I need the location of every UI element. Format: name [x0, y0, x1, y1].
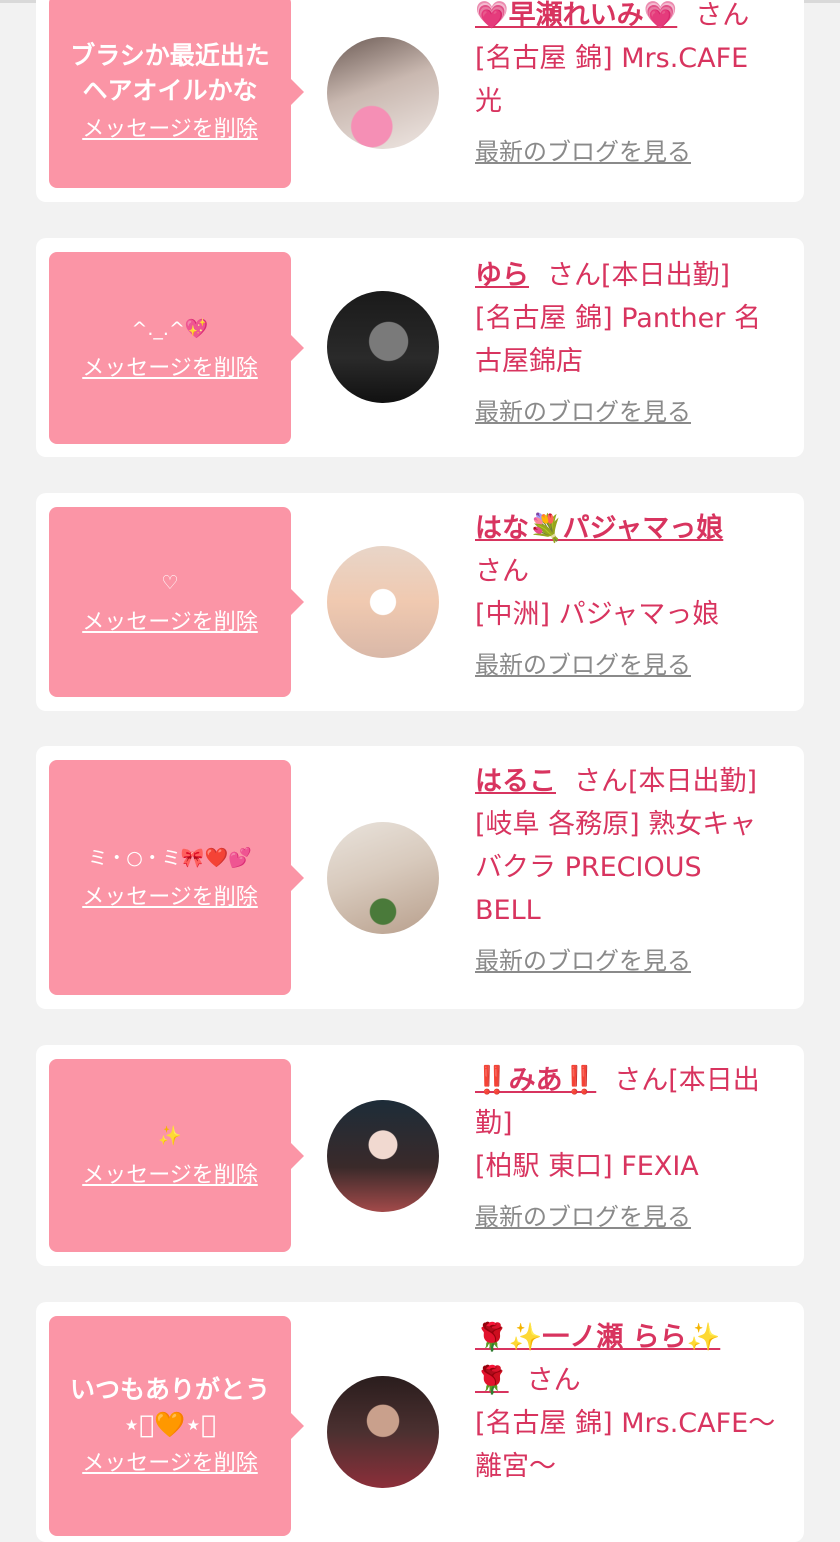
cast-name-link[interactable]: ゆら [475, 260, 529, 291]
shop-info: [柏駅 東口] FEXIA [475, 1151, 699, 1182]
delete-message-link[interactable]: メッセージを削除 [82, 1448, 258, 1480]
message-text: ✨ [158, 1125, 182, 1147]
message-card: ミ・○・ミ🎀❤️💕 メッセージを削除 はるこ さん[本日出勤] [岐阜 各務原] … [36, 746, 804, 1009]
honorific: さん[本日出勤] [547, 260, 731, 291]
avatar[interactable] [327, 822, 439, 934]
delete-message-link[interactable]: メッセージを削除 [82, 607, 258, 639]
honorific: さん[本日出勤] [574, 766, 758, 797]
message-card: ^._.^💖 メッセージを削除 ゆら さん[本日出勤] [名古屋 錦] Panth… [36, 238, 804, 457]
shop-info: [中洲] パジャマっ娘 [475, 599, 720, 630]
avatar[interactable] [327, 1376, 439, 1488]
honorific: さん [695, 0, 750, 31]
message-text: ^._.^💖 [131, 317, 209, 340]
honorific: さん [526, 1365, 581, 1396]
message-bubble: ミ・○・ミ🎀❤️💕 メッセージを削除 [49, 760, 304, 995]
delete-message-link[interactable]: メッセージを削除 [82, 1160, 258, 1192]
latest-blog-link[interactable]: 最新のブログを見る [475, 395, 691, 429]
latest-blog-link[interactable]: 最新のブログを見る [475, 648, 691, 682]
avatar[interactable] [327, 291, 439, 403]
latest-blog-link[interactable]: 最新のブログを見る [475, 135, 691, 169]
delete-message-link[interactable]: メッセージを削除 [82, 882, 258, 914]
cast-name-link[interactable]: はるこ [475, 766, 556, 797]
message-card: ブラシか最近出た ヘアオイルかな メッセージを削除 💗早瀬れいみ💗 さん [名古屋… [36, 0, 804, 202]
cast-name-link[interactable]: はな💐パジャマっ娘 [475, 513, 723, 544]
shop-info: [名古屋 錦] Mrs.CAFE 光 [475, 43, 749, 117]
message-text: ブラシか最近出た ヘアオイルかな [70, 40, 270, 105]
message-text: ミ・○・ミ🎀❤️💕 [88, 847, 252, 869]
latest-blog-link[interactable]: 最新のブログを見る [475, 944, 691, 978]
shop-info: [名古屋 錦] Panther 名 古屋錦店 [475, 303, 761, 377]
message-bubble: ✨ メッセージを削除 [49, 1059, 304, 1252]
delete-message-link[interactable]: メッセージを削除 [82, 114, 258, 146]
message-text: いつもありがとう ⋆͛🧡⋆͛ [69, 1375, 270, 1439]
honorific: さん [475, 556, 529, 587]
cast-name-link[interactable]: 🌹✨一ノ瀬 らら✨ 🌹 [475, 1322, 720, 1396]
message-bubble: いつもありがとう ⋆͛🧡⋆͛ メッセージを削除 [49, 1316, 304, 1536]
message-bubble: ♡ メッセージを削除 [49, 507, 304, 697]
avatar[interactable] [327, 37, 439, 149]
cast-name-link[interactable]: ‼️みあ‼️ [475, 1065, 596, 1096]
latest-blog-link[interactable]: 最新のブログを見る [475, 1200, 691, 1234]
message-card: いつもありがとう ⋆͛🧡⋆͛ メッセージを削除 🌹✨一ノ瀬 らら✨ 🌹 さん [名… [36, 1302, 804, 1542]
delete-message-link[interactable]: メッセージを削除 [82, 353, 258, 385]
shop-info: [名古屋 錦] Mrs.CAFE〜 離宮〜 [475, 1408, 776, 1482]
message-card: ✨ メッセージを削除 ‼️みあ‼️ さん[本日出 勤] [柏駅 東口] FEXIA… [36, 1045, 804, 1266]
avatar[interactable] [327, 1100, 439, 1212]
message-bubble: ^._.^💖 メッセージを削除 [49, 252, 304, 444]
avatar[interactable] [327, 546, 439, 658]
shop-info: [岐阜 各務原] 熟女キャ バクラ PRECIOUS BELL [475, 809, 757, 926]
cast-name-link[interactable]: 💗早瀬れいみ💗 [475, 0, 677, 31]
message-text: ♡ [161, 571, 179, 594]
message-bubble: ブラシか最近出た ヘアオイルかな メッセージを削除 [49, 0, 304, 188]
message-card: ♡ メッセージを削除 はな💐パジャマっ娘 さん [中洲] パジャマっ娘 最新のブ… [36, 493, 804, 711]
